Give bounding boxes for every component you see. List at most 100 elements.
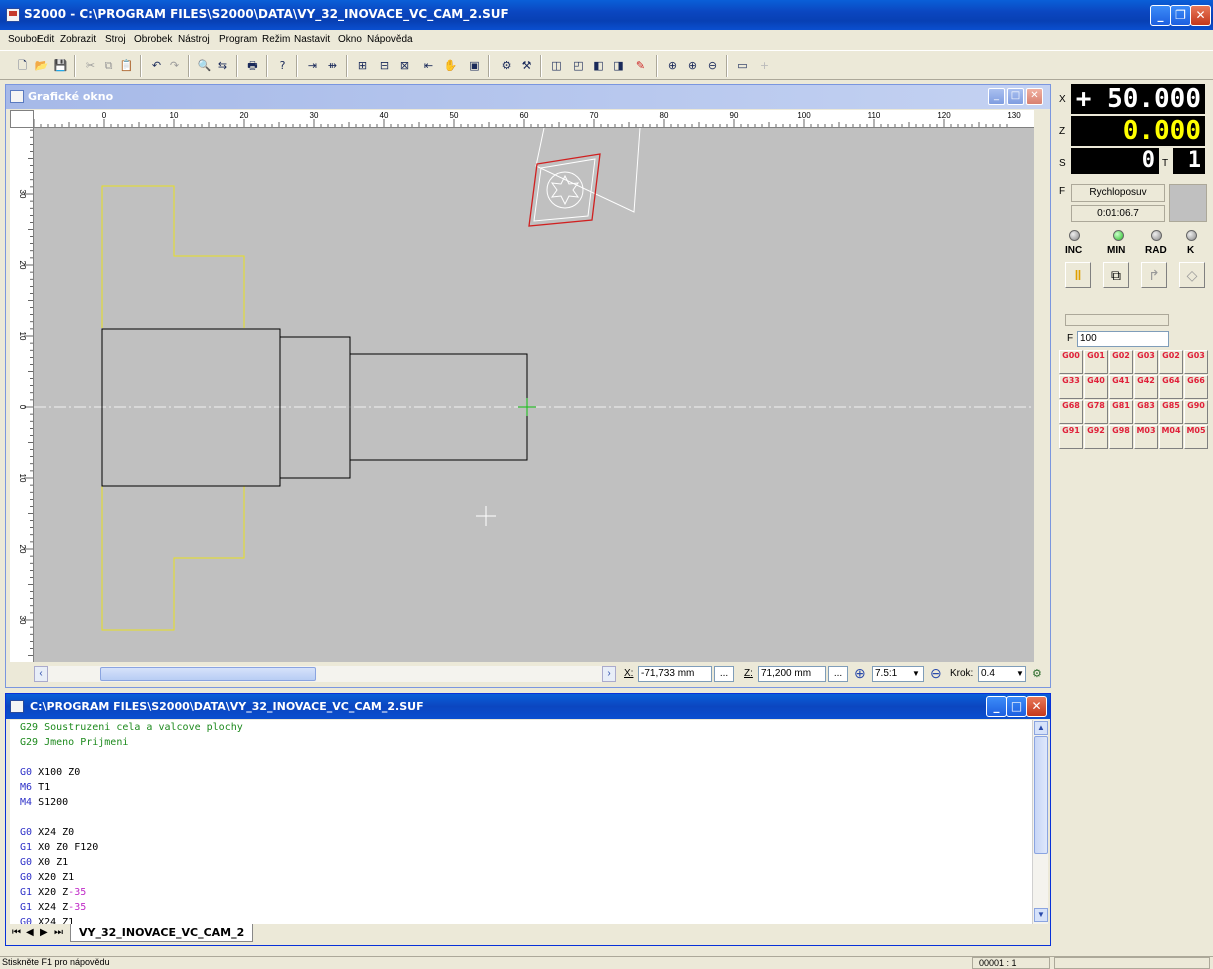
block-run-button[interactable]: ⧉ <box>1103 262 1129 288</box>
prev-tab-icon[interactable]: ◀ <box>26 927 34 938</box>
gcode-button-g83[interactable]: G83 <box>1134 400 1158 424</box>
gcode-button-m05[interactable]: M05 <box>1184 425 1208 449</box>
zoom-out-icon[interactable]: ⊖ <box>704 57 721 74</box>
zoom-in-icon[interactable]: ⊕ <box>684 57 701 74</box>
gcode-button-g64[interactable]: G64 <box>1159 375 1183 399</box>
zoom-fit-icon[interactable]: ⊕ <box>664 57 681 74</box>
scroll-thumb[interactable] <box>1034 736 1048 854</box>
pause-button[interactable]: ‖ <box>1065 262 1091 288</box>
run-icon[interactable]: ⇥ <box>304 57 321 74</box>
settings-icon[interactable]: ⚙ <box>1032 667 1042 680</box>
scroll-down-button[interactable]: ▼ <box>1034 908 1048 922</box>
code-line[interactable]: G0 X24 Z1 <box>10 915 1032 924</box>
window-right-icon[interactable]: ◨ <box>610 57 627 74</box>
feed-input[interactable]: 100 <box>1077 331 1169 347</box>
gcode-button-g78[interactable]: G78 <box>1084 400 1108 424</box>
gcode-button-g40[interactable]: G40 <box>1084 375 1108 399</box>
chevron-down-icon[interactable]: ▼ <box>912 669 920 678</box>
gcode-button-g68[interactable]: G68 <box>1059 400 1083 424</box>
inc-label[interactable]: INC <box>1065 245 1082 256</box>
code-line[interactable]: G0 X0 Z1 <box>10 855 1032 870</box>
save-icon[interactable]: 💾 <box>52 57 69 74</box>
k-label[interactable]: K <box>1187 245 1194 256</box>
print-icon[interactable]: 🖶 <box>244 57 261 74</box>
redo-icon[interactable]: ↷ <box>166 57 183 74</box>
code-line[interactable] <box>10 750 1032 765</box>
menu-napoveda[interactable]: Nápověda <box>367 34 413 45</box>
undo-icon[interactable]: ↶ <box>148 57 165 74</box>
code-line[interactable]: G0 X24 Z0 <box>10 825 1032 840</box>
gcode-button-g98[interactable]: G98 <box>1109 425 1133 449</box>
gcode-button-g00[interactable]: G00 <box>1059 350 1083 374</box>
gcode-button-g91[interactable]: G91 <box>1059 425 1083 449</box>
delete-line-icon[interactable]: ⊠ <box>396 57 413 74</box>
code-line[interactable]: G1 X0 Z0 F120 <box>10 840 1032 855</box>
replace-icon[interactable]: ⇆ <box>214 57 231 74</box>
run-step-icon[interactable]: ⇻ <box>324 57 341 74</box>
scroll-up-button[interactable]: ▲ <box>1034 721 1048 735</box>
window-cascade-icon[interactable]: ◰ <box>570 57 587 74</box>
insert-line-icon[interactable]: ⊟ <box>376 57 393 74</box>
hand-icon[interactable]: ✋ <box>442 57 459 74</box>
zoom-in-icon[interactable]: ⊕ <box>854 665 866 682</box>
menu-edit[interactable]: Edit <box>37 34 54 45</box>
gcode-button-g02[interactable]: G02 <box>1109 350 1133 374</box>
gcode-button-g03[interactable]: G03 <box>1184 350 1208 374</box>
first-tab-icon[interactable]: ⏮ <box>12 927 21 938</box>
scroll-right-button[interactable]: › <box>602 666 616 682</box>
block-icon[interactable]: ⊞ <box>354 57 371 74</box>
gcode-button-g41[interactable]: G41 <box>1109 375 1133 399</box>
menu-stroj[interactable]: Stroj <box>105 34 126 45</box>
window-left-icon[interactable]: ◧ <box>590 57 607 74</box>
z-browse-button[interactable]: ... <box>828 666 848 682</box>
graphic-maximize-button[interactable]: □ <box>1007 88 1024 105</box>
vertical-scrollbar[interactable]: ▲ ▼ <box>1032 720 1048 924</box>
gcode-button-m04[interactable]: M04 <box>1159 425 1183 449</box>
zoom-out-icon[interactable]: ⊖ <box>930 665 942 682</box>
menu-rezim[interactable]: Režim <box>262 34 290 45</box>
code-line[interactable]: G1 X20 Z-35 <box>10 885 1032 900</box>
code-line[interactable]: G0 X20 Z1 <box>10 870 1032 885</box>
view-3d-icon[interactable]: ▣ <box>466 57 483 74</box>
gcode-button-g03[interactable]: G03 <box>1134 350 1158 374</box>
graphic-minimize-button[interactable]: _ <box>988 88 1005 105</box>
code-editor[interactable]: G29 Soustruzeni cela a valcove plochy G29… <box>10 720 1032 924</box>
code-line[interactable]: G29 Soustruzeni cela a valcove plochy <box>10 720 1032 735</box>
gcode-button-g92[interactable]: G92 <box>1084 425 1108 449</box>
jump-icon[interactable]: ⇤ <box>420 57 437 74</box>
menu-obrobek[interactable]: Obrobek <box>134 34 172 45</box>
window-tile-icon[interactable]: ◫ <box>548 57 565 74</box>
next-tab-icon[interactable]: ▶ <box>40 927 48 938</box>
code-line[interactable]: G29 Jmeno Prijmeni <box>10 735 1032 750</box>
help-icon[interactable]: ? <box>274 57 291 74</box>
new-file-icon[interactable]: 🗋 <box>14 57 31 74</box>
code-line[interactable]: G1 X24 Z-35 <box>10 900 1032 915</box>
code-line[interactable]: G0 X100 Z0 <box>10 765 1032 780</box>
menu-program[interactable]: Program <box>219 34 257 45</box>
close-button[interactable]: ✕ <box>1190 5 1211 26</box>
rad-label[interactable]: RAD <box>1145 245 1167 256</box>
editor-close-button[interactable]: ✕ <box>1026 696 1047 717</box>
crosshair-icon[interactable]: + <box>756 57 773 74</box>
code-line[interactable]: M4 S1200 <box>10 795 1032 810</box>
marker-icon[interactable]: ✎ <box>632 57 649 74</box>
gcode-button-g90[interactable]: G90 <box>1184 400 1208 424</box>
x-coordinate-field[interactable]: -71,733 mm <box>638 666 712 682</box>
menu-nastavit[interactable]: Nastavit <box>294 34 330 45</box>
minimize-button[interactable]: _ <box>1150 5 1171 26</box>
scroll-thumb[interactable] <box>100 667 316 681</box>
drawing-canvas[interactable] <box>34 128 1034 662</box>
app-icon[interactable] <box>6 8 20 22</box>
menu-okno[interactable]: Okno <box>338 34 362 45</box>
gcode-button-g66[interactable]: G66 <box>1184 375 1208 399</box>
chevron-down-icon[interactable]: ▼ <box>1016 669 1024 678</box>
gcode-button-g02[interactable]: G02 <box>1159 350 1183 374</box>
restore-button[interactable]: ❐ <box>1170 5 1191 26</box>
code-editor-title-bar[interactable]: C:\PROGRAM FILES\S2000\DATA\VY_32_INOVAC… <box>6 694 1050 719</box>
cut-icon[interactable]: ✂ <box>82 57 99 74</box>
code-line[interactable]: M6 T1 <box>10 780 1032 795</box>
gcode-button-g85[interactable]: G85 <box>1159 400 1183 424</box>
tool-reset-button[interactable]: ◇ <box>1179 262 1205 288</box>
horizontal-scrollbar[interactable] <box>48 666 602 682</box>
menu-nastroj[interactable]: Nástroj <box>178 34 210 45</box>
